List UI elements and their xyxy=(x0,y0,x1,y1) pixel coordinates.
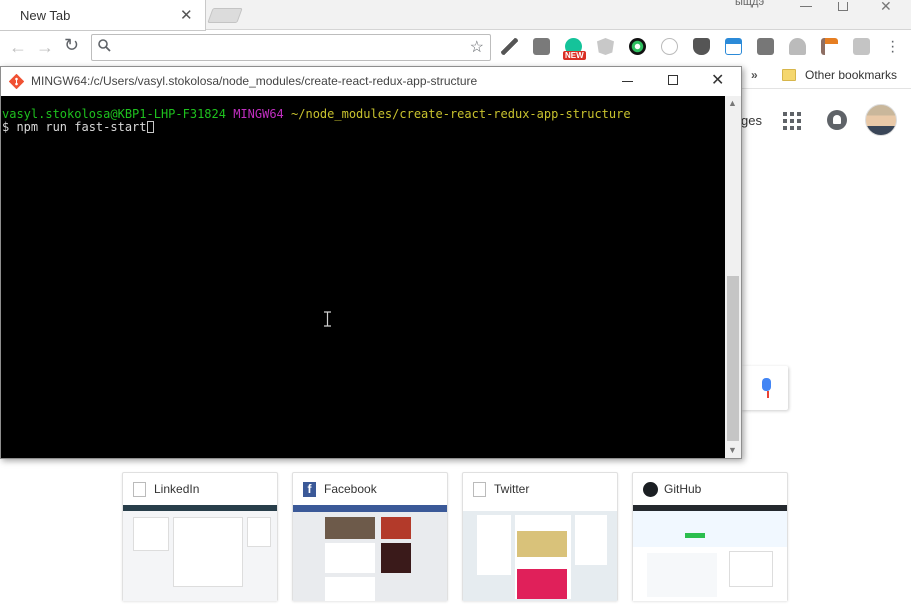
page-icon xyxy=(133,482,146,497)
tile-github[interactable]: GitHub xyxy=(632,472,788,601)
other-bookmarks-link[interactable]: Other bookmarks xyxy=(805,68,897,82)
tab-strip: New Tab ✕ ыщдэ ✕ xyxy=(0,0,911,31)
folder-icon[interactable] xyxy=(782,69,796,81)
new-badge: NEW xyxy=(563,51,586,60)
tile-linkedin[interactable]: LinkedIn xyxy=(122,472,278,601)
terminal-title: MINGW64:/c/Users/vasyl.stokolosa/node_mo… xyxy=(31,74,478,88)
scroll-down-icon[interactable]: ▼ xyxy=(728,445,737,455)
prompt-user: vasyl.stokolosa@KBP1-LHP-F31824 xyxy=(2,107,226,121)
tile-thumbnail xyxy=(463,505,617,601)
page-icon xyxy=(473,482,486,497)
colorpick-icon[interactable] xyxy=(629,38,646,55)
pocket-icon[interactable] xyxy=(693,38,710,55)
tile-twitter[interactable]: Twitter xyxy=(462,472,618,601)
browser-toolbar: ← → ↻ ☆ xyxy=(0,31,911,64)
search-icon xyxy=(98,39,111,52)
extension-icon[interactable] xyxy=(533,38,550,55)
cb-icon[interactable] xyxy=(757,38,774,55)
maximize-icon[interactable] xyxy=(668,75,678,85)
minimize-icon[interactable] xyxy=(800,6,812,7)
tool-icon[interactable] xyxy=(821,38,838,55)
command-line: $ npm run fast-start xyxy=(2,120,147,134)
facebook-icon: f xyxy=(303,482,316,497)
github-icon xyxy=(643,482,658,497)
microphone-icon[interactable] xyxy=(762,378,771,391)
address-bar[interactable]: ☆ xyxy=(91,34,491,61)
window-close-icon[interactable]: ✕ xyxy=(880,0,892,15)
profile-name-text: ыщдэ xyxy=(735,0,765,8)
back-icon[interactable]: ← xyxy=(9,37,27,58)
prompt-path: ~/node_modules/create-react-redux-app-st… xyxy=(291,107,631,121)
reload-icon[interactable]: ↻ xyxy=(64,35,79,56)
react-icon[interactable] xyxy=(661,38,678,55)
notification-bell-icon[interactable] xyxy=(827,110,847,130)
prompt-env: MINGW64 xyxy=(233,107,284,121)
terminal-window[interactable]: MINGW64:/c/Users/vasyl.stokolosa/node_mo… xyxy=(0,66,742,459)
tile-thumbnail xyxy=(123,505,277,601)
menu-icon[interactable]: · · · xyxy=(890,34,895,60)
terminal-scrollbar[interactable]: ▲ ▼ xyxy=(725,96,741,458)
forward-icon[interactable]: → xyxy=(36,37,54,58)
text-cursor xyxy=(146,121,154,133)
minimize-icon[interactable] xyxy=(622,81,633,82)
microphone-stand xyxy=(767,391,769,398)
terminal-titlebar[interactable]: MINGW64:/c/Users/vasyl.stokolosa/node_mo… xyxy=(1,67,741,96)
ibeam-cursor-icon xyxy=(324,311,331,327)
tile-title: LinkedIn xyxy=(154,482,200,496)
scroll-up-icon[interactable]: ▲ xyxy=(728,98,737,108)
tile-thumbnail xyxy=(293,505,447,601)
new-tab-button[interactable] xyxy=(207,8,243,23)
avatar[interactable] xyxy=(865,104,897,136)
window-icon[interactable] xyxy=(725,38,742,55)
umbrella-icon[interactable] xyxy=(789,38,806,55)
tab-new-tab[interactable]: New Tab ✕ xyxy=(0,0,206,31)
tile-title: Facebook xyxy=(324,482,377,496)
close-icon[interactable]: ✕ xyxy=(711,70,724,90)
terminal-output[interactable]: vasyl.stokolosa@KBP1-LHP-F31824 MINGW64 … xyxy=(1,96,725,458)
apps-icon[interactable] xyxy=(783,112,801,130)
tile-title: GitHub xyxy=(664,482,702,496)
git-logo-icon xyxy=(9,74,24,89)
maximize-icon[interactable] xyxy=(838,2,848,11)
angular-icon[interactable] xyxy=(597,38,614,55)
images-link[interactable]: ges xyxy=(741,113,762,128)
bookmark-star-icon[interactable]: ☆ xyxy=(470,37,484,57)
tab-close-icon[interactable]: ✕ xyxy=(180,6,193,24)
bookmarks-overflow-icon[interactable]: » xyxy=(751,68,758,82)
tile-title: Twitter xyxy=(494,482,530,496)
eyedropper-icon[interactable] xyxy=(501,38,518,55)
tile-facebook[interactable]: f Facebook xyxy=(292,472,448,601)
tab-title: New Tab xyxy=(20,8,71,23)
tile-thumbnail xyxy=(633,505,787,601)
settings-icon[interactable] xyxy=(853,38,870,55)
scrollbar-thumb[interactable] xyxy=(727,276,739,441)
